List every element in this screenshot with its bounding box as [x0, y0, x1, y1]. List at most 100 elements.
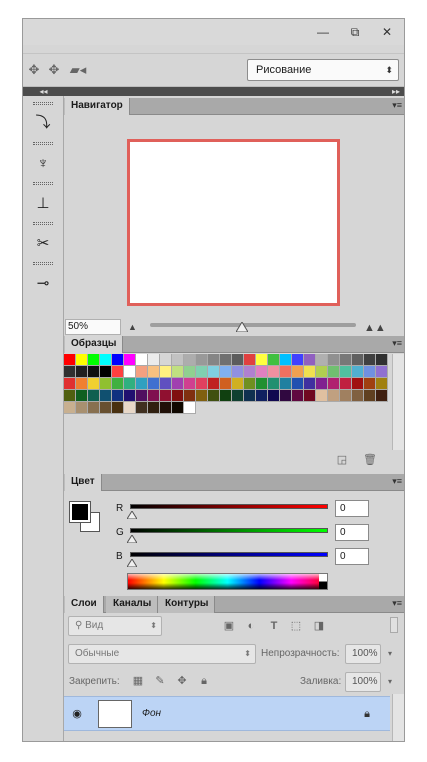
- eye-icon[interactable]: ◉: [70, 707, 84, 721]
- zoom-field[interactable]: 50%: [65, 319, 121, 335]
- color-swatch[interactable]: [112, 402, 124, 414]
- color-swatch[interactable]: [148, 378, 160, 390]
- color-swatch[interactable]: [268, 390, 280, 402]
- color-swatch[interactable]: [232, 390, 244, 402]
- color-swatch[interactable]: [76, 354, 88, 366]
- color-swatch[interactable]: [292, 366, 304, 378]
- color-swatch[interactable]: [64, 354, 76, 366]
- channel-b-value[interactable]: 0: [335, 548, 369, 565]
- color-swatch[interactable]: [340, 354, 352, 366]
- trash-icon[interactable]: 🗑: [363, 453, 377, 467]
- color-swatch[interactable]: [304, 378, 316, 390]
- color-swatch[interactable]: [136, 402, 148, 414]
- tool-presets-panel-button[interactable]: ✂: [25, 220, 61, 256]
- channel-r-value[interactable]: 0: [335, 500, 369, 517]
- color-swatch[interactable]: [328, 378, 340, 390]
- color-swatch[interactable]: [292, 354, 304, 366]
- panels-collapse-bar[interactable]: ▸▸: [64, 87, 404, 96]
- color-swatch[interactable]: [100, 378, 112, 390]
- channel-b-thumb[interactable]: [127, 559, 137, 567]
- fill-value[interactable]: 100%: [345, 672, 381, 692]
- color-swatch[interactable]: [304, 366, 316, 378]
- color-swatch[interactable]: [184, 378, 196, 390]
- color-swatch[interactable]: [364, 390, 376, 402]
- panel-menu-icon[interactable]: ▾≡: [392, 598, 402, 609]
- color-swatch[interactable]: [100, 402, 112, 414]
- panel-menu-icon[interactable]: ▾≡: [392, 338, 402, 349]
- color-swatch[interactable]: [256, 378, 268, 390]
- brushes-panel-button[interactable]: ♆: [25, 140, 61, 176]
- color-swatch[interactable]: [376, 354, 388, 366]
- color-swatch[interactable]: [280, 390, 292, 402]
- channel-r-thumb[interactable]: [127, 511, 137, 519]
- color-swatch[interactable]: [304, 354, 316, 366]
- shape-filter-icon[interactable]: ⬚: [289, 619, 303, 633]
- channel-r-slider[interactable]: [130, 504, 328, 509]
- color-swatch[interactable]: [160, 402, 172, 414]
- restore-button[interactable]: ⧉: [339, 23, 371, 41]
- zoom-slider-thumb[interactable]: [236, 322, 248, 332]
- color-swatch[interactable]: [88, 366, 100, 378]
- color-swatch[interactable]: [316, 354, 328, 366]
- color-swatch[interactable]: [232, 354, 244, 366]
- opacity-value[interactable]: 100%: [345, 644, 381, 664]
- color-swatch[interactable]: [220, 366, 232, 378]
- new-swatch-icon[interactable]: ◲: [335, 453, 349, 467]
- color-swatch[interactable]: [196, 378, 208, 390]
- tab-swatches[interactable]: Образцы: [64, 336, 124, 353]
- color-swatch[interactable]: [112, 390, 124, 402]
- color-swatch[interactable]: [280, 378, 292, 390]
- color-spectrum-ramp[interactable]: [127, 573, 328, 590]
- foreground-color-swatch[interactable]: [69, 501, 91, 523]
- color-swatch[interactable]: [340, 390, 352, 402]
- color-swatch[interactable]: [124, 390, 136, 402]
- zoom-slider[interactable]: [150, 323, 356, 327]
- color-swatch[interactable]: [172, 402, 184, 414]
- color-swatch[interactable]: [160, 354, 172, 366]
- tab-paths[interactable]: Контуры: [158, 596, 216, 613]
- close-button[interactable]: ✕: [371, 23, 403, 41]
- color-swatch[interactable]: [136, 366, 148, 378]
- channel-b-slider[interactable]: [130, 552, 328, 557]
- color-swatch[interactable]: [232, 378, 244, 390]
- color-swatch[interactable]: [100, 354, 112, 366]
- color-swatch[interactable]: [292, 390, 304, 402]
- color-swatch[interactable]: [208, 378, 220, 390]
- foreground-background-swatches[interactable]: [69, 501, 102, 534]
- color-swatch[interactable]: [196, 366, 208, 378]
- color-swatch[interactable]: [172, 378, 184, 390]
- color-swatch[interactable]: [148, 366, 160, 378]
- color-swatch[interactable]: [352, 378, 364, 390]
- zoom-in-icon[interactable]: ▲▲: [364, 322, 386, 334]
- color-swatch[interactable]: [64, 402, 76, 414]
- chevron-down-icon[interactable]: ▾: [383, 647, 397, 661]
- zoom-out-icon[interactable]: ▲: [128, 322, 137, 332]
- color-swatch[interactable]: [100, 366, 112, 378]
- color-swatch[interactable]: [124, 354, 136, 366]
- lock-transparent-icon[interactable]: ▦: [131, 674, 145, 688]
- color-swatch[interactable]: [124, 378, 136, 390]
- color-swatch[interactable]: [316, 366, 328, 378]
- channel-g-slider[interactable]: [130, 528, 328, 533]
- color-swatch[interactable]: [376, 378, 388, 390]
- color-swatch[interactable]: [244, 366, 256, 378]
- color-swatch[interactable]: [328, 390, 340, 402]
- type-filter-icon[interactable]: T: [267, 619, 281, 633]
- color-swatch[interactable]: [76, 378, 88, 390]
- color-swatch[interactable]: [208, 354, 220, 366]
- color-swatch[interactable]: [244, 390, 256, 402]
- color-swatch[interactable]: [208, 390, 220, 402]
- color-swatch[interactable]: [352, 366, 364, 378]
- color-swatch[interactable]: [352, 354, 364, 366]
- filter-toggle[interactable]: [390, 617, 398, 633]
- color-swatch[interactable]: [172, 366, 184, 378]
- tools-collapse-bar[interactable]: ◂◂: [23, 87, 64, 96]
- layer-filter-select[interactable]: ⚲ Вид ⬍: [68, 616, 162, 636]
- channel-g-thumb[interactable]: [127, 535, 137, 543]
- layer-name[interactable]: Фон: [142, 708, 161, 719]
- color-swatch[interactable]: [292, 378, 304, 390]
- color-swatch[interactable]: [280, 354, 292, 366]
- color-swatch[interactable]: [196, 390, 208, 402]
- color-swatch[interactable]: [256, 354, 268, 366]
- color-swatch[interactable]: [136, 354, 148, 366]
